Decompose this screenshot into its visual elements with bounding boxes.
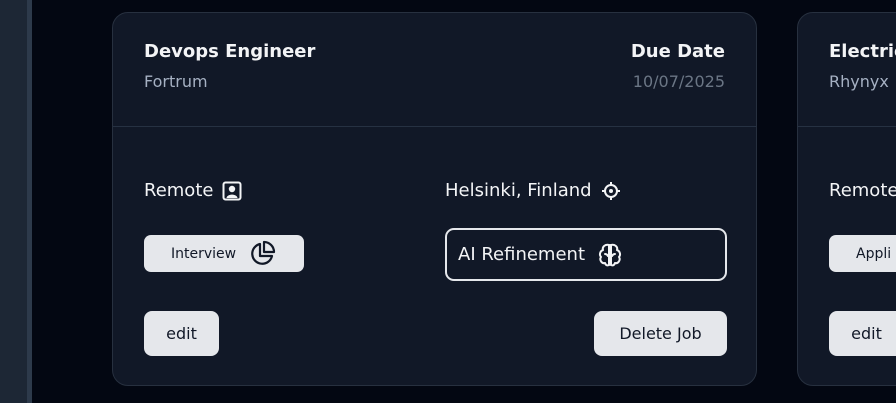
ai-refinement-button[interactable]: AI Refinement: [445, 228, 727, 281]
job-card-header: Electric Rhynyx: [798, 13, 896, 126]
job-title: Devops Engineer: [144, 41, 316, 62]
job-card: Devops Engineer Fortrum Due Date 10/07/2…: [112, 12, 757, 386]
company-name: Rhynyx: [829, 72, 889, 91]
status-badge[interactable]: Appli: [829, 235, 896, 272]
edit-button[interactable]: edit: [144, 311, 219, 356]
sidebar-scrollbar[interactable]: [27, 0, 32, 403]
pie-chart-icon: [248, 240, 276, 268]
company-name: Fortrum: [144, 72, 208, 91]
status-badge[interactable]: Interview: [144, 235, 304, 272]
user-badge-icon: [222, 181, 242, 201]
edit-button[interactable]: edit: [829, 311, 896, 356]
work-mode-label: Remote: [829, 180, 896, 201]
job-card: Electric Rhynyx Remote Appli edit: [797, 12, 896, 386]
status-label: Appli: [856, 245, 892, 262]
ai-refinement-label: AI Refinement: [458, 244, 586, 265]
job-title: Electric: [829, 41, 896, 62]
left-sidebar-rail: [0, 0, 27, 403]
work-mode: Remote: [829, 180, 896, 201]
locate-icon: [601, 181, 621, 201]
card-divider: [113, 126, 756, 127]
work-mode-label: Remote: [144, 180, 214, 201]
location-label: Helsinki, Finland: [445, 180, 592, 201]
due-date-value: 10/07/2025: [632, 72, 725, 91]
due-date-label: Due Date: [630, 41, 725, 62]
work-mode: Remote: [144, 180, 242, 201]
job-card-header: Devops Engineer Fortrum Due Date 10/07/2…: [113, 13, 756, 126]
brain-icon: [596, 241, 624, 269]
job-location: Helsinki, Finland: [445, 180, 621, 201]
delete-job-button[interactable]: Delete Job: [594, 311, 727, 356]
status-label: Interview: [171, 245, 237, 262]
card-divider: [798, 126, 896, 127]
